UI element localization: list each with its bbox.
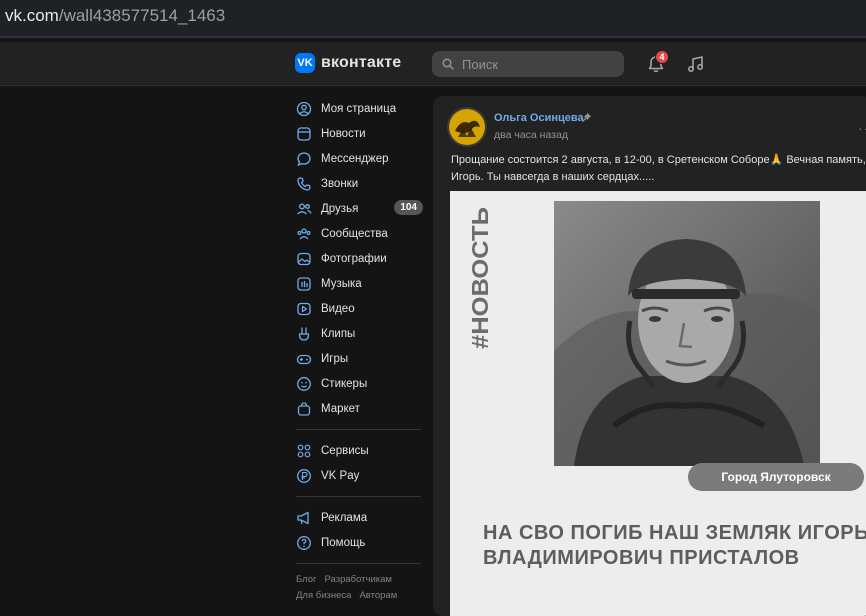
sidebar-item-market[interactable]: Маркет (296, 396, 426, 421)
chat-bubble-icon (297, 151, 311, 166)
user-circle-icon (296, 101, 312, 116)
avatar-image (449, 109, 485, 145)
sidebar-item-label: Клипы (321, 327, 356, 340)
vkpay-icon (297, 468, 311, 483)
services-grid-icon (297, 444, 311, 457)
sidebar-item-label: Новости (321, 127, 366, 140)
footer-link-business[interactable]: Для бизнеса (296, 590, 351, 601)
sidebar-item-label: Видео (321, 302, 355, 315)
sidebar-item-label: Сообщества (321, 227, 388, 240)
sticker-icon (297, 376, 311, 391)
location-label: Город Ялуторовск (688, 463, 864, 491)
sidebar-item-messenger[interactable]: Мессенджер (296, 146, 426, 171)
sidebar-item-label: Фотографии (321, 252, 387, 265)
footer-link-authors[interactable]: Авторам (359, 590, 397, 601)
sidebar-item-label: Моя страница (321, 102, 397, 115)
sidebar-item-ads[interactable]: Реклама (296, 505, 426, 530)
sidebar-item-news[interactable]: Новости (296, 121, 426, 146)
vk-logo-icon: VK (295, 53, 315, 73)
post-text: Прощание состоится 2 августа, в 12-00, в… (451, 154, 866, 183)
sidebar-item-label: Стикеры (321, 377, 368, 390)
sidebar-item-calls[interactable]: Звонки (296, 171, 426, 196)
sidebar-item-clips[interactable]: Клипы (296, 321, 426, 346)
help-icon (297, 535, 311, 550)
sidebar-item-services[interactable]: Сервисы (296, 438, 426, 463)
sidebar-divider (296, 496, 421, 497)
search-placeholder: Поиск (462, 56, 499, 72)
friends-icon (297, 203, 312, 214)
browser-address-bar[interactable]: vk.com/wall438577514_1463 (0, 0, 866, 38)
post-author[interactable]: Ольга Осинцева (494, 112, 584, 124)
sidebar-item-my-page[interactable]: Моя страница (296, 96, 426, 121)
sidebar-item-label: Реклама (321, 511, 368, 524)
video-icon (297, 302, 311, 315)
shopping-bag-icon (297, 401, 311, 416)
post-time[interactable]: два часа назад (494, 129, 568, 141)
sidebar-item-label: Мессенджер (321, 152, 389, 165)
news-hashtag: #НОВОСТЬ (467, 207, 493, 349)
search-input[interactable]: Поиск (432, 51, 624, 77)
music-icon[interactable] (686, 54, 706, 74)
sidebar-item-label: VK Pay (321, 469, 360, 482)
megaphone-icon (297, 511, 309, 524)
communities-icon (297, 227, 311, 239)
notifications-badge: 4 (655, 50, 669, 64)
post-image[interactable]: #НОВОСТЬ Город Ялуторовск НА СВО ПОГИБ Н… (450, 191, 866, 616)
news-headline: НА СВО ПОГИБ НАШ ЗЕМЛЯК ИГОРЬ ВЛАДИМИРОВ… (483, 522, 866, 569)
footer-link-developers[interactable]: Разработчикам (325, 574, 392, 585)
friends-count-badge: 104 (394, 200, 423, 215)
sidebar-footer: Блог Разработчикам Для бизнеса Авторам (296, 572, 426, 604)
sidebar-item-music[interactable]: Музыка (296, 271, 426, 296)
url-path: /wall438577514_1463 (58, 6, 226, 25)
vk-logo[interactable]: VK вконтакте (295, 53, 401, 73)
sidebar-item-label: Маркет (321, 402, 360, 415)
url-host: vk.com (5, 6, 59, 25)
newspaper-icon (297, 126, 311, 141)
music-icon (297, 276, 311, 291)
sidebar-item-help[interactable]: Помощь (296, 530, 426, 555)
more-options-icon[interactable]: ·· (858, 120, 866, 136)
footer-link-blog[interactable]: Блог (296, 574, 317, 585)
sidebar-item-video[interactable]: Видео (296, 296, 426, 321)
sidebar-item-label: Звонки (321, 177, 359, 190)
vk-logo-text: вконтакте (321, 54, 402, 71)
search-icon (442, 58, 454, 70)
photo-icon (297, 252, 311, 265)
url-text[interactable]: vk.com/wall438577514_1463 (5, 6, 225, 26)
sidebar-item-friends[interactable]: Друзья 104 (296, 196, 426, 221)
wall-post: Ольга Осинцева два часа назад ·· Прощани… (433, 96, 866, 616)
avatar[interactable] (447, 107, 487, 147)
sidebar-item-label: Помощь (321, 536, 366, 549)
pin-icon (581, 112, 592, 123)
sidebar-item-vkpay[interactable]: VK Pay (296, 463, 426, 488)
sidebar-item-stickers[interactable]: Стикеры (296, 371, 426, 396)
news-hashtag-text: #НОВОСТЬ (467, 207, 493, 349)
sidebar-item-label: Друзья (321, 202, 359, 215)
sidebar-item-games[interactable]: Игры (296, 346, 426, 371)
gamepad-icon (296, 354, 312, 364)
top-navigation: VK вконтакте Поиск (0, 42, 866, 86)
sidebar-item-label: Музыка (321, 277, 362, 290)
sidebar-item-label: Игры (321, 352, 349, 365)
sidebar-item-communities[interactable]: Сообщества (296, 221, 426, 246)
portrait-image (554, 201, 820, 466)
left-sidebar: Моя страница Новости Мессенджер Звонки Д… (296, 96, 426, 604)
sidebar-divider (296, 429, 421, 430)
portrait-photo (554, 201, 820, 466)
sidebar-item-label: Сервисы (321, 444, 369, 457)
sidebar-divider (296, 563, 421, 564)
sidebar-item-photos[interactable]: Фотографии (296, 246, 426, 271)
phone-icon (297, 176, 311, 191)
clips-icon (298, 326, 310, 341)
